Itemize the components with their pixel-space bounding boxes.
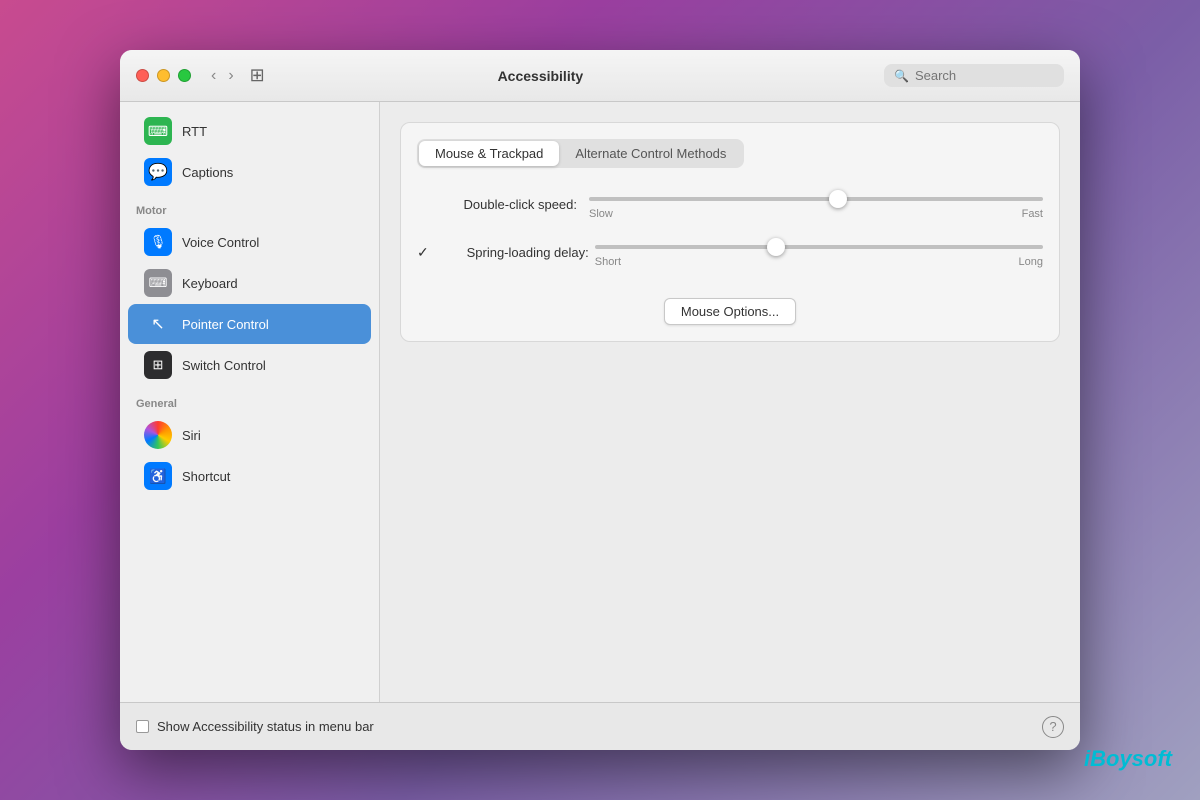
sidebar-item-keyboard[interactable]: ⌨ Keyboard — [128, 263, 371, 303]
sidebar-item-rtt[interactable]: ⌨ RTT — [128, 111, 371, 151]
tabs-row: Mouse & Trackpad Alternate Control Metho… — [417, 139, 744, 168]
right-panel: Mouse & Trackpad Alternate Control Metho… — [380, 102, 1080, 702]
titlebar: ‹ › ⊞ Accessibility 🔍 — [120, 50, 1080, 102]
double-click-slow-label: Slow — [589, 208, 613, 220]
spring-loading-slider-wrapper: Short Long — [595, 236, 1043, 268]
minimize-button[interactable] — [157, 69, 170, 82]
search-bar: 🔍 — [884, 64, 1064, 87]
sidebar-item-label: RTT — [182, 124, 207, 139]
spring-loading-short-label: Short — [595, 256, 621, 268]
window-title: Accessibility — [197, 68, 884, 84]
double-click-label: Double-click speed: — [417, 197, 577, 212]
sidebar-item-label: Siri — [182, 428, 201, 443]
search-icon: 🔍 — [894, 69, 909, 83]
watermark: iBoysoft — [1084, 746, 1172, 772]
sidebar-item-pointer-control[interactable]: ↖ Pointer Control — [128, 304, 371, 344]
sidebar-item-label: Keyboard — [182, 276, 238, 291]
double-click-slider-wrapper: Slow Fast — [589, 188, 1043, 220]
section-label-motor: Motor — [120, 193, 379, 221]
double-click-labels: Slow Fast — [589, 208, 1043, 220]
siri-icon — [144, 421, 172, 449]
spring-loading-row-inner: ✓ Spring-loading delay: Short Long — [417, 236, 1043, 268]
voice-control-icon: 🎙 — [144, 228, 172, 256]
sidebar-item-captions[interactable]: 💬 Captions — [128, 152, 371, 192]
shortcut-icon: ♿ — [144, 462, 172, 490]
switch-control-icon: ⊞ — [144, 351, 172, 379]
tab-alternate-control[interactable]: Alternate Control Methods — [559, 141, 742, 166]
bottom-bar: Show Accessibility status in menu bar ? — [120, 702, 1080, 750]
double-click-slider[interactable] — [589, 197, 1043, 201]
sidebar-item-voice-control[interactable]: 🎙 Voice Control — [128, 222, 371, 262]
sidebar-item-siri[interactable]: Siri — [128, 415, 371, 455]
sidebar-item-shortcut[interactable]: ♿ Shortcut — [128, 456, 371, 496]
mouse-options-button[interactable]: Mouse Options... — [664, 298, 796, 325]
sidebar: ⌨ RTT 💬 Captions Motor 🎙 Voice Control ⌨… — [120, 102, 380, 702]
captions-icon: 💬 — [144, 158, 172, 186]
main-content: ⌨ RTT 💬 Captions Motor 🎙 Voice Control ⌨… — [120, 102, 1080, 702]
search-input[interactable] — [915, 68, 1054, 83]
sidebar-item-label: Captions — [182, 165, 233, 180]
rtt-icon: ⌨ — [144, 117, 172, 145]
window-controls — [136, 69, 191, 82]
options-btn-row: Mouse Options... — [417, 298, 1043, 325]
tabs-container: Mouse & Trackpad Alternate Control Metho… — [400, 122, 1060, 342]
main-window: ‹ › ⊞ Accessibility 🔍 ⌨ RTT 💬 Captions M… — [120, 50, 1080, 750]
spring-loading-labels: Short Long — [595, 256, 1043, 268]
double-click-fast-label: Fast — [1022, 208, 1043, 220]
spring-loading-long-label: Long — [1019, 256, 1043, 268]
section-label-general: General — [120, 386, 379, 414]
keyboard-icon: ⌨ — [144, 269, 172, 297]
show-accessibility-label: Show Accessibility status in menu bar — [157, 719, 374, 734]
sidebar-item-label: Switch Control — [182, 358, 266, 373]
tab-mouse-trackpad[interactable]: Mouse & Trackpad — [419, 141, 559, 166]
sidebar-item-switch-control[interactable]: ⊞ Switch Control — [128, 345, 371, 385]
maximize-button[interactable] — [178, 69, 191, 82]
sidebar-item-label: Shortcut — [182, 469, 230, 484]
show-accessibility-checkbox[interactable] — [136, 720, 149, 733]
spring-loading-slider[interactable] — [595, 245, 1043, 249]
pointer-control-icon: ↖ — [144, 310, 172, 338]
spring-loading-label: Spring-loading delay: — [435, 245, 589, 260]
sidebar-item-label: Pointer Control — [182, 317, 269, 332]
close-button[interactable] — [136, 69, 149, 82]
spring-loading-check-icon: ✓ — [417, 244, 429, 261]
help-button[interactable]: ? — [1042, 716, 1064, 738]
double-click-row-inner: Double-click speed: Slow Fast — [417, 188, 1043, 220]
double-click-setting: Double-click speed: Slow Fast — [417, 188, 1043, 220]
spring-loading-setting: ✓ Spring-loading delay: Short Long — [417, 236, 1043, 268]
sidebar-item-label: Voice Control — [182, 235, 259, 250]
